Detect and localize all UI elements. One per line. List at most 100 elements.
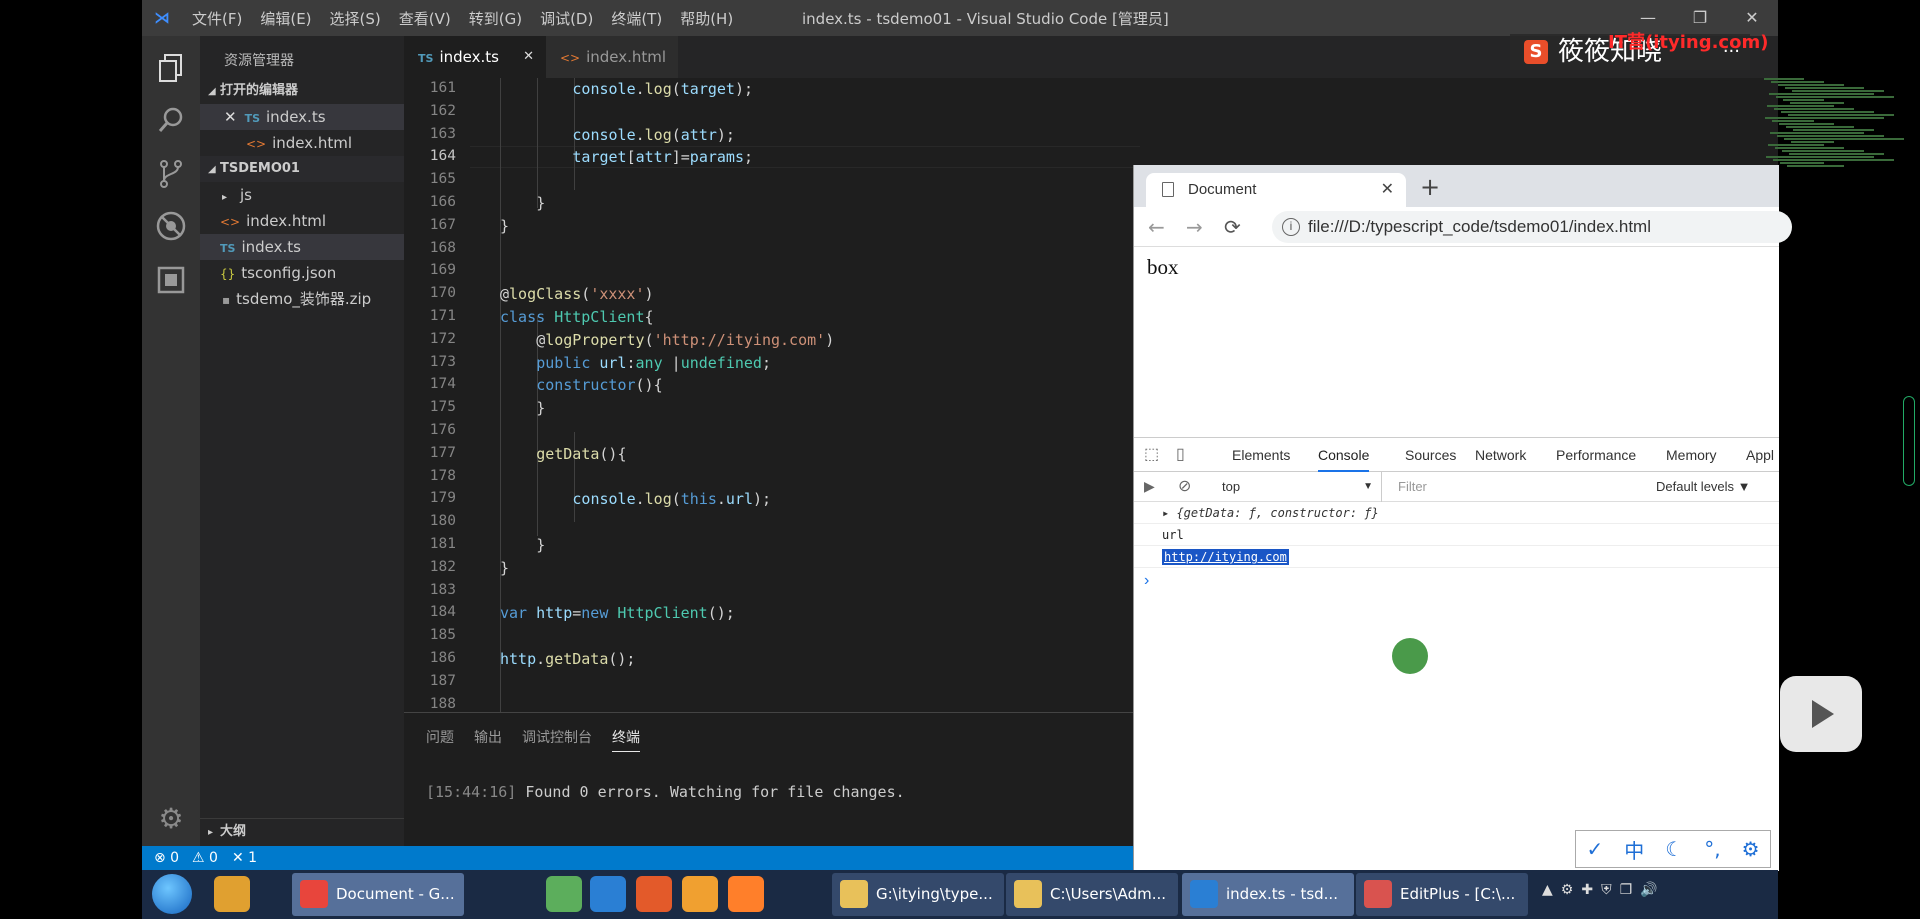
- tray-icon-0[interactable]: ▲: [1542, 882, 1553, 898]
- console-prompt[interactable]: ›: [1144, 572, 1149, 590]
- file-tsconfig[interactable]: {} tsconfig.json: [200, 260, 404, 286]
- folder-js[interactable]: ▸ js: [200, 182, 404, 208]
- line-number: 183: [429, 581, 456, 598]
- info-icon[interactable]: i: [1282, 218, 1300, 236]
- tab-sources[interactable]: Sources: [1405, 438, 1456, 472]
- panel-tab-2[interactable]: 调试控制台: [522, 727, 592, 752]
- menu-item-7[interactable]: 帮助(H): [680, 8, 733, 29]
- pinned-app-icon[interactable]: [546, 876, 582, 912]
- reload-icon[interactable]: ⟳: [1224, 215, 1241, 239]
- ime-button-3[interactable]: °,: [1704, 837, 1720, 861]
- warnings-indicator[interactable]: ⚠ 0: [192, 846, 218, 870]
- pinned-app-icon[interactable]: [728, 876, 764, 912]
- forward-icon[interactable]: →: [1186, 215, 1203, 239]
- sync-indicator[interactable]: ✕ 1: [232, 846, 257, 870]
- ime-button-2[interactable]: ☾: [1665, 837, 1683, 861]
- tab-memory[interactable]: Memory: [1666, 438, 1717, 472]
- context-selector[interactable]: top ▼: [1222, 472, 1382, 502]
- close-tab-icon[interactable]: ✕: [1381, 173, 1394, 207]
- code-token: var: [500, 604, 537, 623]
- scroll-indicator[interactable]: [1903, 396, 1915, 486]
- dropdown-icon: ▼: [1363, 481, 1373, 492]
- inspect-element-icon[interactable]: ⬚: [1144, 438, 1159, 472]
- pinned-app-icon[interactable]: [590, 876, 626, 912]
- clear-console-icon[interactable]: ⊘: [1178, 476, 1191, 496]
- menu-item-3[interactable]: 查看(V): [399, 8, 451, 29]
- ime-button-1[interactable]: 中: [1624, 835, 1644, 864]
- code-token: target: [572, 148, 627, 167]
- open-editors-section[interactable]: ◢ 打开的编辑器: [200, 78, 404, 104]
- tray-icon-1[interactable]: ⚙: [1561, 882, 1574, 898]
- open-editor-index-ts[interactable]: ✕ TS index.ts: [200, 104, 404, 130]
- panel-tab-3[interactable]: 终端: [612, 727, 640, 752]
- ime-button-4[interactable]: ⚙: [1742, 837, 1760, 861]
- menu-item-1[interactable]: 编辑(E): [260, 8, 311, 29]
- device-toggle-icon[interactable]: ▯: [1176, 438, 1185, 472]
- explorer-icon[interactable]: [153, 50, 189, 86]
- tray-icon-2[interactable]: ✚: [1581, 882, 1593, 898]
- panel-tab-1[interactable]: 输出: [474, 727, 502, 752]
- address-bar[interactable]: i file:///D:/typescript_code/tsdemo01/in…: [1272, 211, 1792, 243]
- line-number: 174: [429, 376, 456, 393]
- tray-icon-4[interactable]: ❐: [1620, 882, 1633, 898]
- taskbar-item[interactable]: EditPlus - [C:\...: [1356, 873, 1528, 916]
- taskbar-item[interactable]: index.ts - tsd...: [1182, 873, 1354, 916]
- ime-button-0[interactable]: ✓: [1587, 837, 1604, 861]
- minimap[interactable]: [1764, 78, 1920, 168]
- minimap-line: [1765, 117, 1884, 119]
- taskbar-item[interactable]: C:\Users\Adm...: [1006, 873, 1178, 916]
- code-token: HttpClient: [617, 604, 708, 623]
- panel-tab-0[interactable]: 问题: [426, 727, 454, 752]
- pinned-app-icon[interactable]: [682, 876, 718, 912]
- taskbar-item[interactable]: G:\itying\type...: [832, 873, 1004, 916]
- start-button[interactable]: [152, 874, 192, 914]
- terminal-panel: 问题 输出 调试控制台 终端 [15:44:16] Found 0 errors. W…: [404, 712, 1134, 846]
- code-token: .: [716, 490, 726, 509]
- debug-icon[interactable]: [153, 208, 189, 244]
- tab-index-html[interactable]: <> index.html: [546, 36, 678, 78]
- file-index-html[interactable]: <> index.html: [200, 208, 404, 234]
- close-icon[interactable]: ✕: [523, 36, 534, 78]
- open-editor-index-html[interactable]: <> index.html: [200, 130, 404, 156]
- source-control-icon[interactable]: [153, 156, 189, 192]
- play-icon[interactable]: [1780, 676, 1862, 752]
- extensions-icon[interactable]: [153, 262, 189, 298]
- menu-item-6[interactable]: 终端(T): [611, 8, 662, 29]
- console-log-row[interactable]: ▸ {getData: ƒ, constructor: ƒ}: [1134, 502, 1779, 524]
- menu-item-4[interactable]: 转到(G): [469, 8, 522, 29]
- pinned-app-icon[interactable]: [214, 876, 250, 912]
- file-index-ts[interactable]: TS index.ts: [200, 234, 404, 260]
- log-link[interactable]: http://itying.com: [1162, 549, 1289, 565]
- close-icon[interactable]: ✕: [224, 108, 237, 126]
- chrome-tab-document[interactable]: Document ✕: [1146, 173, 1406, 207]
- outline-section[interactable]: ▸ 大纲: [200, 818, 404, 844]
- new-tab-button[interactable]: +: [1420, 173, 1440, 201]
- tab-performance[interactable]: Performance: [1556, 438, 1636, 472]
- tab-console[interactable]: Console: [1318, 438, 1370, 472]
- taskbar-item[interactable]: Document - G...: [292, 873, 464, 916]
- file-zip[interactable]: ▪ tsdemo_装饰器.zip: [200, 286, 404, 312]
- tab-application[interactable]: Appl: [1746, 438, 1774, 472]
- settings-icon[interactable]: ⚙: [153, 800, 189, 836]
- taskbar-item-label: index.ts - tsd...: [1226, 885, 1338, 903]
- menu-item-0[interactable]: 文件(F): [192, 8, 242, 29]
- menu-item-5[interactable]: 调试(D): [540, 8, 593, 29]
- log-object[interactable]: ▸ {getData: ƒ, constructor: ƒ}: [1162, 506, 1379, 520]
- tray-icon-3[interactable]: ⛨: [1601, 882, 1612, 898]
- errors-indicator[interactable]: ⊗ 0: [154, 846, 179, 870]
- app-icon: [300, 880, 328, 908]
- code-line: var http=new HttpClient();: [500, 604, 735, 622]
- search-icon[interactable]: [153, 102, 189, 138]
- sidebar-toggle-icon[interactable]: ▶: [1144, 478, 1155, 495]
- pinned-app-icon[interactable]: [636, 876, 672, 912]
- project-section[interactable]: ◢ TSDEMO01: [200, 156, 404, 182]
- filter-input[interactable]: Filter: [1390, 476, 1650, 498]
- menu-item-2[interactable]: 选择(S): [330, 8, 381, 29]
- tab-network[interactable]: Network: [1475, 438, 1526, 472]
- tab-elements[interactable]: Elements: [1232, 438, 1290, 472]
- tab-index-ts[interactable]: TS index.ts ✕: [404, 36, 546, 78]
- tray-icon-5[interactable]: 🔊: [1640, 882, 1657, 898]
- sidebar-title: 资源管理器: [224, 53, 294, 69]
- back-icon[interactable]: ←: [1148, 215, 1165, 239]
- log-levels-dropdown[interactable]: Default levels ▼: [1656, 479, 1751, 494]
